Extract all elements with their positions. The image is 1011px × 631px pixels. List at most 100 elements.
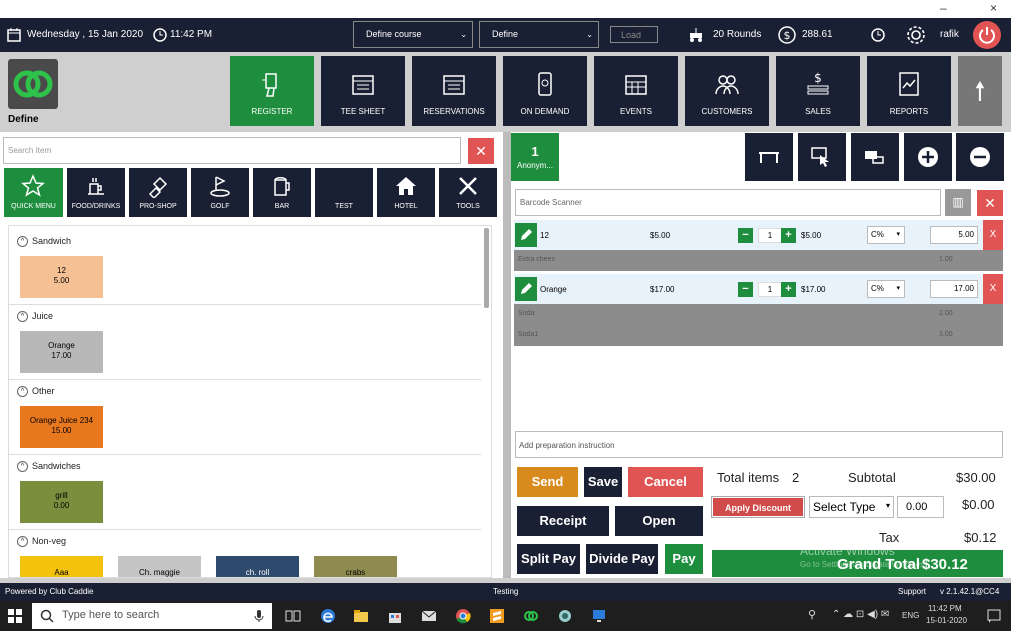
apply-discount-button[interactable]: Apply Discount (711, 496, 805, 518)
microphone-icon[interactable] (254, 609, 264, 623)
save-button[interactable]: Save (584, 467, 622, 497)
cash-drawer-button[interactable] (851, 133, 899, 181)
item-tile[interactable]: 12 5.00 (20, 256, 103, 298)
edit-button[interactable] (515, 277, 537, 301)
category-pro-shop[interactable]: PRO-SHOP (129, 168, 187, 217)
order-row[interactable]: 12 $5.00 − 1 + $5.00 C% ▾ 5.00 X (514, 220, 1003, 250)
edge-browser-icon[interactable] (320, 608, 336, 624)
pay-button[interactable]: Pay (665, 544, 703, 574)
item-list-scrollbar[interactable] (484, 228, 489, 308)
category-hotel[interactable]: HOTEL (377, 168, 435, 217)
item-tile[interactable]: Orange 17.00 (20, 331, 103, 373)
discount-value-field[interactable]: 0.00 (897, 496, 944, 518)
delete-item-button[interactable]: X (983, 220, 1003, 250)
increase-qty-button[interactable]: + (781, 228, 796, 243)
remote-desktop-icon[interactable] (591, 608, 607, 624)
decrease-qty-button[interactable]: − (738, 228, 753, 243)
category-label: GOLF (210, 203, 230, 210)
category-tools[interactable]: TOOLS (439, 168, 497, 217)
customer-tab[interactable]: 1 Anonym... (511, 133, 559, 181)
people-icon[interactable]: ⚲ (808, 608, 816, 621)
app-icon[interactable] (557, 608, 573, 624)
touch-pay-button[interactable] (798, 133, 846, 181)
windows-start-icon[interactable] (8, 609, 22, 623)
scroll-up-button[interactable]: 🠕 (958, 56, 1002, 126)
item-amount-field[interactable]: 17.00 (930, 280, 978, 298)
nav-tee-sheet[interactable]: TEE SHEET (321, 56, 405, 126)
discount-select[interactable]: Select Type ▾ (809, 496, 894, 518)
course-select[interactable]: Define course ⌄ (353, 21, 473, 48)
split-pay-button[interactable]: Split Pay (517, 544, 580, 574)
item-tile[interactable]: Aaa (20, 556, 103, 577)
discount-type-select[interactable]: C% ▾ (867, 226, 905, 244)
nav-events[interactable]: EVENTS (594, 56, 678, 126)
sublime-text-icon[interactable] (489, 608, 505, 624)
power-button[interactable] (973, 21, 1001, 49)
user-name: rafik (940, 29, 959, 40)
increase-qty-button[interactable]: + (781, 282, 796, 297)
item-tile[interactable]: ch. roll (216, 556, 299, 577)
mail-icon[interactable] (421, 608, 437, 624)
section-header[interactable]: ^ Non-veg (17, 536, 66, 548)
language-indicator[interactable]: ENG (902, 611, 919, 620)
section-header[interactable]: ^ Sandwich (17, 236, 71, 248)
open-button[interactable]: Open (615, 506, 703, 536)
add-button[interactable] (904, 133, 952, 181)
nav-on-demand[interactable]: ON DEMAND (503, 56, 587, 126)
system-tray-icons[interactable]: ⌃ ☁ ⊡ ◀) ✉ (832, 609, 889, 620)
send-button[interactable]: Send (517, 467, 578, 497)
taskbar-search-input[interactable]: Type here to search (32, 603, 272, 629)
cancel-button[interactable]: Cancel (628, 467, 703, 497)
nav-reports[interactable]: REPORTS (867, 56, 951, 126)
barcode-button[interactable]: ▥ (945, 189, 971, 216)
item-tile[interactable]: Orange Juice 234 15.00 (20, 406, 103, 448)
category-golf[interactable]: GOLF (191, 168, 249, 217)
item-tile[interactable]: Ch. maggie (118, 556, 201, 577)
category-test[interactable]: TEST (315, 168, 373, 217)
nav-reservations[interactable]: RESERVATIONS (412, 56, 496, 126)
item-amount-field[interactable]: 5.00 (930, 226, 978, 244)
nav-customers[interactable]: CUSTOMERS (685, 56, 769, 126)
support-link[interactable]: Support (898, 587, 926, 596)
settings-gear-icon[interactable] (906, 25, 926, 45)
divide-pay-button[interactable]: Divide Pay (586, 544, 658, 574)
file-explorer-icon[interactable] (353, 608, 369, 624)
order-row[interactable]: Orange $17.00 − 1 + $17.00 C% ▾ 17.00 X (514, 274, 1003, 304)
clear-search-button[interactable]: ✕ (468, 138, 494, 164)
store-icon[interactable] (387, 608, 403, 624)
quantity-field[interactable]: 1 (758, 228, 782, 243)
edit-button[interactable] (515, 223, 537, 247)
nav-register[interactable]: REGISTER (230, 56, 314, 126)
close-window-button[interactable]: × (990, 1, 997, 15)
section-header[interactable]: ^ Sandwiches (17, 461, 81, 473)
category-food-drinks[interactable]: FOOD/DRINKS (67, 168, 125, 217)
delete-item-button[interactable]: X (983, 274, 1003, 304)
customer-count: 1 (531, 144, 539, 159)
chrome-icon[interactable] (455, 608, 471, 624)
club-caddie-app-icon[interactable] (523, 608, 539, 624)
receipt-button[interactable]: Receipt (517, 506, 609, 536)
section-header[interactable]: ^ Other (17, 386, 55, 398)
nav-sales[interactable]: $ SALES (776, 56, 860, 126)
minimize-button[interactable]: – (940, 1, 947, 15)
remove-button[interactable] (956, 133, 1004, 181)
search-input[interactable]: Search Item (3, 137, 461, 164)
define-select[interactable]: Define ⌄ (479, 21, 599, 48)
category-quick-menu[interactable]: QUICK MENU (4, 168, 63, 217)
section-header[interactable]: ^ Juice (17, 311, 53, 323)
decrease-qty-button[interactable]: − (738, 282, 753, 297)
category-bar[interactable]: BAR (253, 168, 311, 217)
load-button[interactable]: Load (610, 26, 658, 43)
item-tile[interactable]: crabs (314, 556, 397, 577)
history-icon[interactable] (870, 27, 886, 43)
barcode-scanner-input[interactable]: Barcode Scanner (515, 189, 941, 216)
preparation-instruction-input[interactable]: Add preparation instruction (515, 431, 1003, 458)
quantity-field[interactable]: 1 (758, 282, 782, 297)
notifications-icon[interactable] (986, 608, 1002, 624)
clear-barcode-button[interactable]: ✕ (977, 190, 1003, 216)
discount-type-select[interactable]: C% ▾ (867, 280, 905, 298)
item-tile[interactable]: grill 0.00 (20, 481, 103, 523)
table-button[interactable] (745, 133, 793, 181)
hand-pointer-icon (811, 147, 829, 167)
task-view-icon[interactable] (285, 608, 301, 624)
